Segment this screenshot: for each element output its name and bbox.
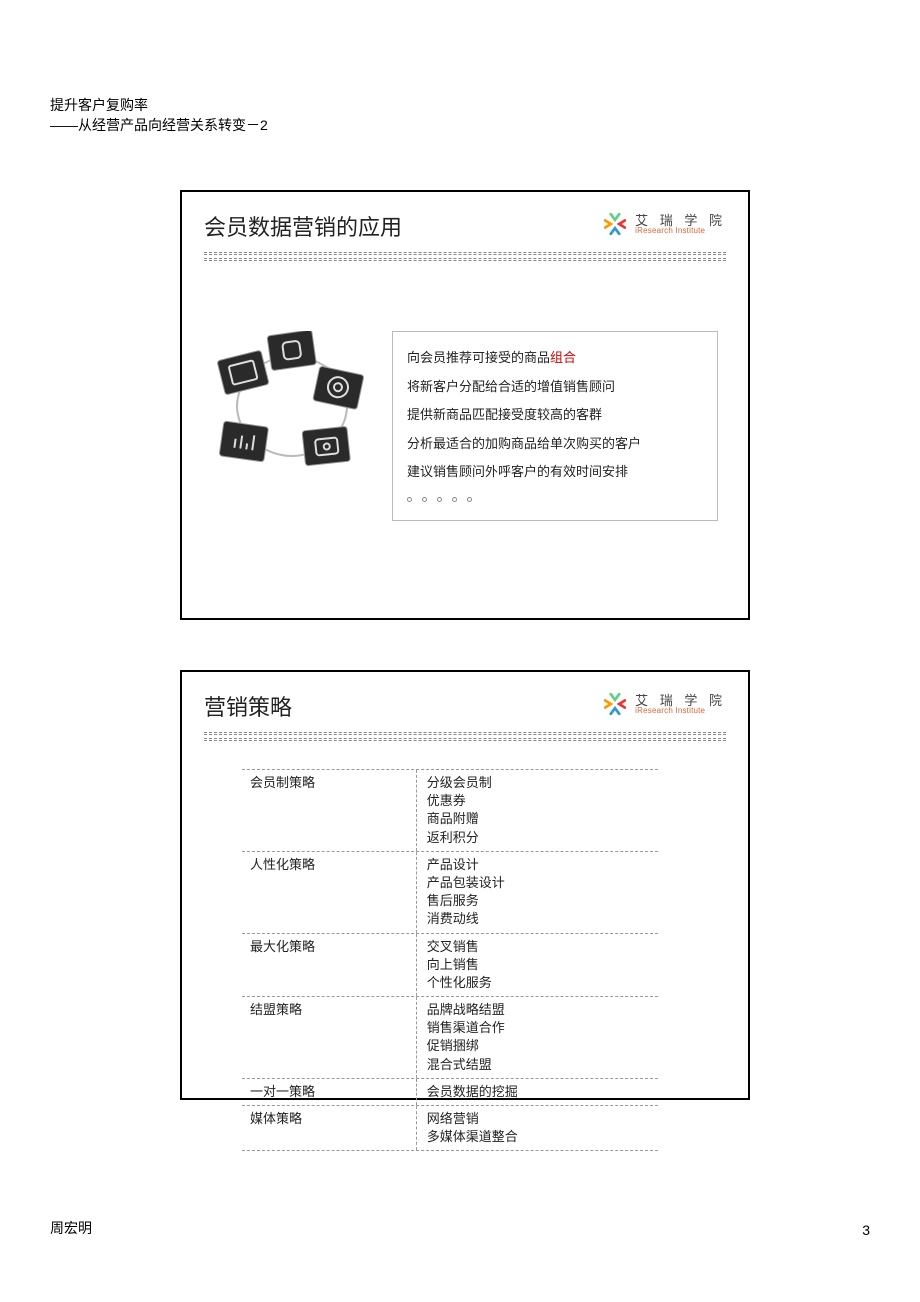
strategy-table: 会员制策略 分级会员制 优惠券 商品附赠 返利积分 人性化策略 产品设计 产品包…: [242, 769, 658, 1151]
slide1-title: 会员数据营销的应用: [204, 210, 402, 242]
strategy-items: 会员数据的挖掘: [417, 1079, 658, 1105]
slide1-item-1: 将新客户分配给合适的增值销售顾问: [407, 373, 703, 402]
logo-mark-icon: [601, 210, 629, 238]
slide1-body: 向会员推荐可接受的商品组合 将新客户分配给合适的增值销售顾问 提供新商品匹配接受…: [182, 261, 748, 551]
header-line1: 提升客户复购率: [50, 96, 268, 116]
slide2-body: 会员制策略 分级会员制 优惠券 商品附赠 返利积分 人性化策略 产品设计 产品包…: [182, 741, 748, 1161]
logo-cn: 艾 瑞 学 院: [635, 214, 726, 227]
strategy-items: 产品设计 产品包装设计 售后服务 消费动线: [417, 852, 658, 933]
strategy-name: 会员制策略: [242, 770, 417, 851]
strategy-items: 品牌战略结盟 销售渠道合作 促销捆绑 混合式结盟: [417, 997, 658, 1078]
slide1-item-2: 提供新商品匹配接受度较高的客群: [407, 401, 703, 430]
footer-page-number: 3: [862, 1222, 870, 1238]
table-row: 最大化策略 交叉销售 向上销售 个性化服务: [242, 934, 658, 998]
header-line2: ——从经营产品向经营关系转变－2: [50, 116, 268, 136]
strategy-name: 结盟策略: [242, 997, 417, 1078]
strategy-items: 分级会员制 优惠券 商品附赠 返利积分: [417, 770, 658, 851]
table-row: 一对一策略 会员数据的挖掘: [242, 1079, 658, 1106]
slide1-graphic-icon: [212, 331, 372, 481]
strategy-name: 媒体策略: [242, 1106, 417, 1150]
iresearch-logo: 艾 瑞 学 院 iResearch Institute: [601, 690, 726, 718]
slide1-item-4: 建议销售顾问外呼客户的有效时间安排: [407, 458, 703, 487]
table-row: 结盟策略 品牌战略结盟 销售渠道合作 促销捆绑 混合式结盟: [242, 997, 658, 1079]
logo-cn: 艾 瑞 学 院: [635, 694, 726, 707]
logo-en: iResearch Institute: [635, 227, 726, 235]
slide-1: 会员数据营销的应用 艾 瑞 学 院 iResearch Institute: [180, 190, 750, 620]
slide1-item-0: 向会员推荐可接受的商品组合: [407, 344, 703, 373]
table-row: 媒体策略 网络营销 多媒体渠道整合: [242, 1106, 658, 1151]
logo-text: 艾 瑞 学 院 iResearch Institute: [635, 694, 726, 715]
slide2-title-row: 营销策略 艾 瑞 学 院 iResearch Institute: [182, 672, 748, 732]
strategy-name: 最大化策略: [242, 934, 417, 997]
title-divider: [204, 732, 726, 735]
iresearch-logo: 艾 瑞 学 院 iResearch Institute: [601, 210, 726, 238]
slide2-title: 营销策略: [204, 690, 292, 722]
slide1-textbox: 向会员推荐可接受的商品组合 将新客户分配给合适的增值销售顾问 提供新商品匹配接受…: [392, 331, 718, 521]
strategy-name: 人性化策略: [242, 852, 417, 933]
slide1-item-3: 分析最适合的加购商品给单次购买的客户: [407, 430, 703, 459]
slide1-ellipsis: [407, 497, 703, 502]
page-header: 提升客户复购率 ——从经营产品向经营关系转变－2: [50, 96, 268, 135]
strategy-items: 网络营销 多媒体渠道整合: [417, 1106, 658, 1150]
slide1-title-row: 会员数据营销的应用 艾 瑞 学 院 iResearch Institute: [182, 192, 748, 252]
title-divider: [204, 252, 726, 255]
logo-en: iResearch Institute: [635, 707, 726, 715]
slide-2: 营销策略 艾 瑞 学 院 iResearch Institute: [180, 670, 750, 1100]
logo-mark-icon: [601, 690, 629, 718]
table-row: 人性化策略 产品设计 产品包装设计 售后服务 消费动线: [242, 852, 658, 934]
strategy-name: 一对一策略: [242, 1079, 417, 1105]
table-row: 会员制策略 分级会员制 优惠券 商品附赠 返利积分: [242, 770, 658, 852]
strategy-items: 交叉销售 向上销售 个性化服务: [417, 934, 658, 997]
footer-author: 周宏明: [50, 1218, 92, 1238]
logo-text: 艾 瑞 学 院 iResearch Institute: [635, 214, 726, 235]
